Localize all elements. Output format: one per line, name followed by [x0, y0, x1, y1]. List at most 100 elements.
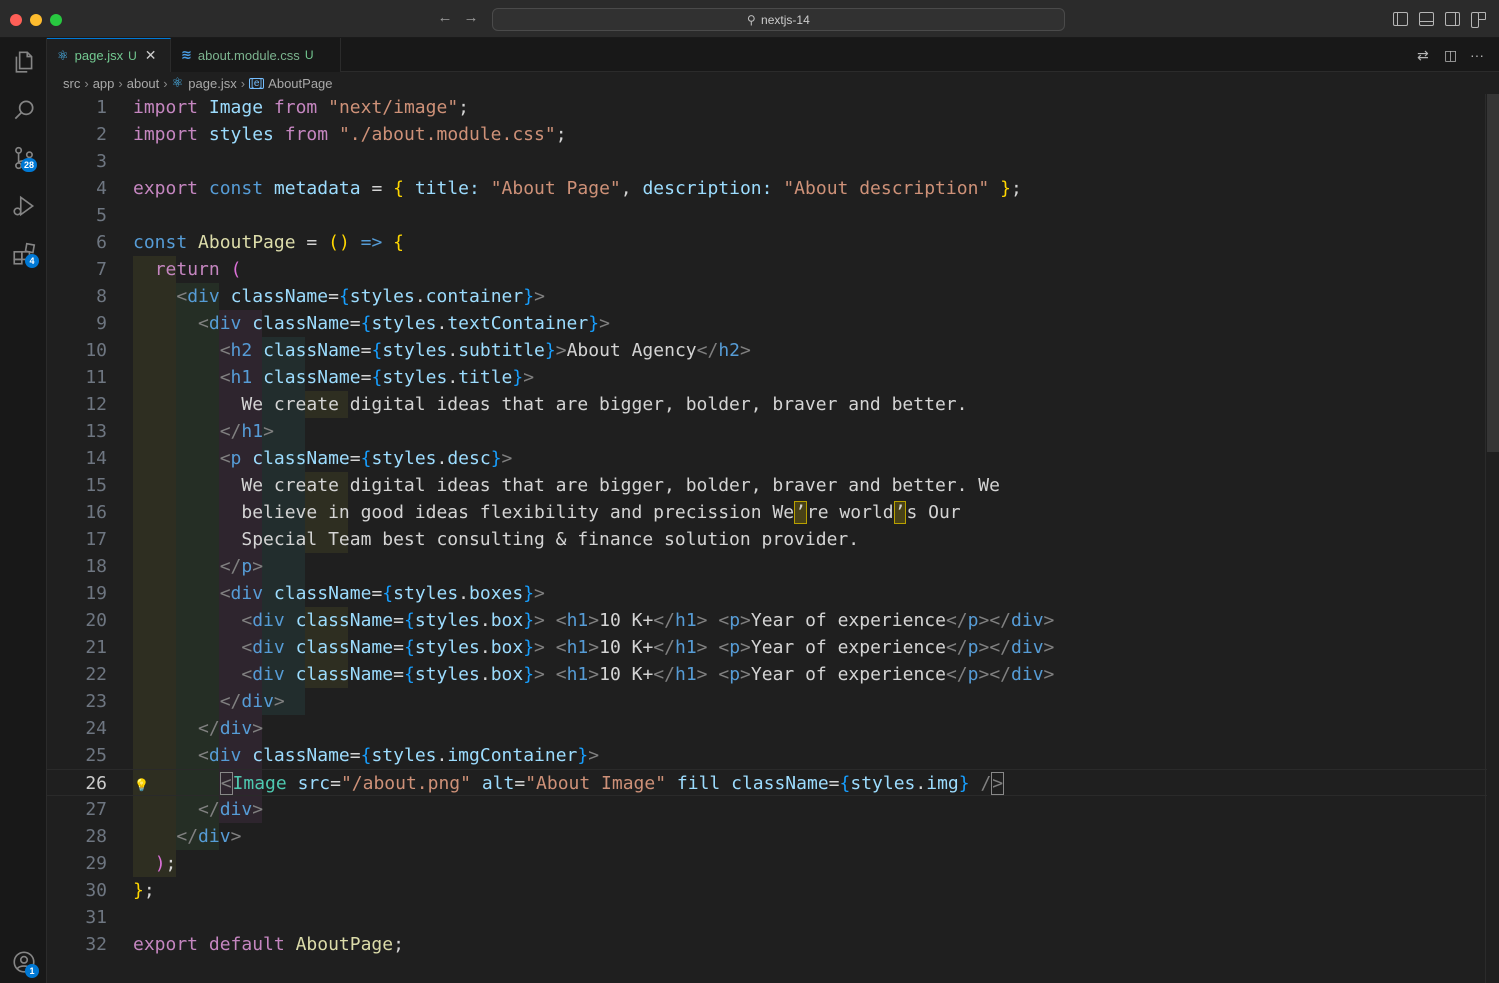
code-line: 32 export default AboutPage; — [47, 931, 1487, 958]
code-text: return ( — [154, 259, 242, 280]
breadcrumb-item-app[interactable]: app — [93, 76, 115, 91]
code-line: 31 — [47, 904, 1487, 931]
breadcrumb-item-about[interactable]: about — [127, 76, 160, 91]
open-changes-icon[interactable]: ⇄ — [1417, 47, 1429, 64]
close-icon[interactable]: ✕ — [145, 47, 157, 64]
code-text: </h1> — [219, 421, 274, 442]
breadcrumb-item-src[interactable]: src — [63, 76, 80, 91]
code-line: 5 — [47, 202, 1487, 229]
activity-bar: 28 4 1 — [0, 38, 47, 983]
code-text: export default AboutPage; — [133, 934, 404, 955]
extensions-badge: 4 — [25, 254, 39, 268]
line-number: 23 — [85, 691, 107, 712]
maximize-window-button[interactable] — [50, 14, 62, 26]
code-text: <h2 className={styles.subtitle}>About Ag… — [219, 340, 751, 361]
line-number: 10 — [85, 340, 107, 361]
code-line: 3 — [47, 148, 1487, 175]
code-text: <div className={styles.textContainer}> — [198, 313, 610, 334]
forward-arrow-icon[interactable]: → — [462, 9, 480, 26]
breadcrumb-item-symbol[interactable]: AboutPage — [268, 76, 332, 91]
code-text: <div className={styles.box}> <h1>10 K+</… — [241, 610, 1055, 631]
minimize-window-button[interactable] — [30, 14, 42, 26]
code-text: believe in good ideas flexibility and pr… — [241, 501, 961, 524]
code-editor[interactable]: 1 import Image from "next/image"; 2 import… — [47, 94, 1499, 983]
code-text: </div> — [219, 691, 285, 712]
code-line: 7 return ( — [47, 256, 1487, 283]
line-number: 15 — [85, 475, 107, 496]
line-number: 2 — [96, 124, 107, 145]
code-line: 21 <div className={styles.box}> <h1>10 K… — [47, 634, 1487, 661]
chevron-right-icon: › — [84, 75, 89, 91]
scrollbar-thumb[interactable] — [1487, 94, 1499, 452]
search-button[interactable] — [0, 88, 47, 132]
line-number: 13 — [85, 421, 107, 442]
line-number: 11 — [85, 367, 107, 388]
split-editor-icon[interactable]: ◫ — [1444, 47, 1457, 64]
code-text: <div className={styles.box}> <h1>10 K+</… — [241, 637, 1055, 658]
code-text: </div> — [198, 718, 264, 739]
symbol-variable-icon: [e] — [249, 77, 265, 89]
line-number: 29 — [85, 853, 107, 874]
line-number: 24 — [85, 718, 107, 739]
customize-layout-icon[interactable] — [1471, 12, 1486, 28]
command-center-search[interactable]: ⚲ nextjs-14 — [492, 8, 1065, 31]
code-line: 12 We create digital ideas that are bigg… — [47, 391, 1487, 418]
line-number: 6 — [96, 232, 107, 253]
code-text: ); — [154, 853, 177, 874]
breadcrumb-item-file[interactable]: page.jsx — [188, 76, 236, 91]
code-line: 16 believe in good ideas flexibility and… — [47, 499, 1487, 526]
code-line: 1 import Image from "next/image"; — [47, 94, 1487, 121]
code-text: We create digital ideas that are bigger,… — [241, 475, 1000, 496]
code-text: <div className={styles.container}> — [176, 286, 545, 307]
editor-tab-bar: ⚛ page.jsx U ✕ ≋ about.module.css U ⇄ ◫ … — [47, 38, 1499, 72]
code-line: 29 ); — [47, 850, 1487, 877]
toggle-panel-icon[interactable] — [1419, 12, 1434, 26]
code-text: Special Team best consulting & finance s… — [241, 529, 860, 550]
tab-untracked-status: U — [304, 48, 314, 62]
tab-untracked-status: U — [128, 48, 137, 63]
code-line: 15 We create digital ideas that are bigg… — [47, 472, 1487, 499]
code-text: <h1 className={styles.title}> — [219, 367, 535, 388]
editor-scrollbar[interactable] — [1485, 94, 1499, 983]
code-line: 30}; — [47, 877, 1487, 904]
code-text: import Image from "next/image"; — [133, 97, 469, 118]
tab-page-jsx[interactable]: ⚛ page.jsx U ✕ — [47, 38, 171, 72]
explorer-button[interactable] — [0, 40, 47, 84]
code-text: </p> — [219, 556, 264, 577]
run-debug-button[interactable] — [0, 184, 47, 228]
line-number: 19 — [85, 583, 107, 604]
line-number: 21 — [85, 637, 107, 658]
toggle-secondary-sidebar-icon[interactable] — [1445, 12, 1460, 26]
line-number: 18 — [85, 556, 107, 577]
code-line: 10 <h2 className={styles.subtitle}>About… — [47, 337, 1487, 364]
line-number: 17 — [85, 529, 107, 550]
code-text: }; — [133, 880, 155, 901]
line-number: 31 — [85, 907, 107, 928]
line-number: 22 — [85, 664, 107, 685]
back-arrow-icon[interactable]: ← — [436, 9, 454, 26]
react-file-icon: ⚛ — [171, 75, 184, 90]
accounts-badge: 1 — [25, 964, 39, 978]
more-actions-icon[interactable]: ··· — [1470, 47, 1484, 63]
line-number: 30 — [85, 880, 107, 901]
code-line: 25 <div className={styles.imgContainer}> — [47, 742, 1487, 769]
search-icon: ⚲ — [747, 12, 757, 27]
chevron-right-icon: › — [118, 75, 123, 91]
line-number: 26 — [85, 773, 107, 794]
source-control-badge: 28 — [21, 158, 38, 172]
line-number: 25 — [85, 745, 107, 766]
css-file-icon: ≋ — [181, 47, 192, 62]
code-line: 23 </div> — [47, 688, 1487, 715]
code-line-current: 26 💡 <Image src="/about.png" alt="About I… — [47, 769, 1487, 796]
accounts-button[interactable]: 1 — [0, 940, 47, 983]
toggle-primary-sidebar-icon[interactable] — [1393, 12, 1408, 26]
line-number: 14 — [85, 448, 107, 469]
tab-about-module-css[interactable]: ≋ about.module.css U — [171, 38, 341, 72]
line-number: 12 — [85, 394, 107, 415]
code-line: 2 import styles from "./about.module.css"… — [47, 121, 1487, 148]
close-window-button[interactable] — [10, 14, 22, 26]
source-control-button[interactable]: 28 — [0, 136, 47, 180]
extensions-button[interactable]: 4 — [0, 232, 47, 276]
line-number: 20 — [85, 610, 107, 631]
code-line: 17 Special Team best consulting & financ… — [47, 526, 1487, 553]
